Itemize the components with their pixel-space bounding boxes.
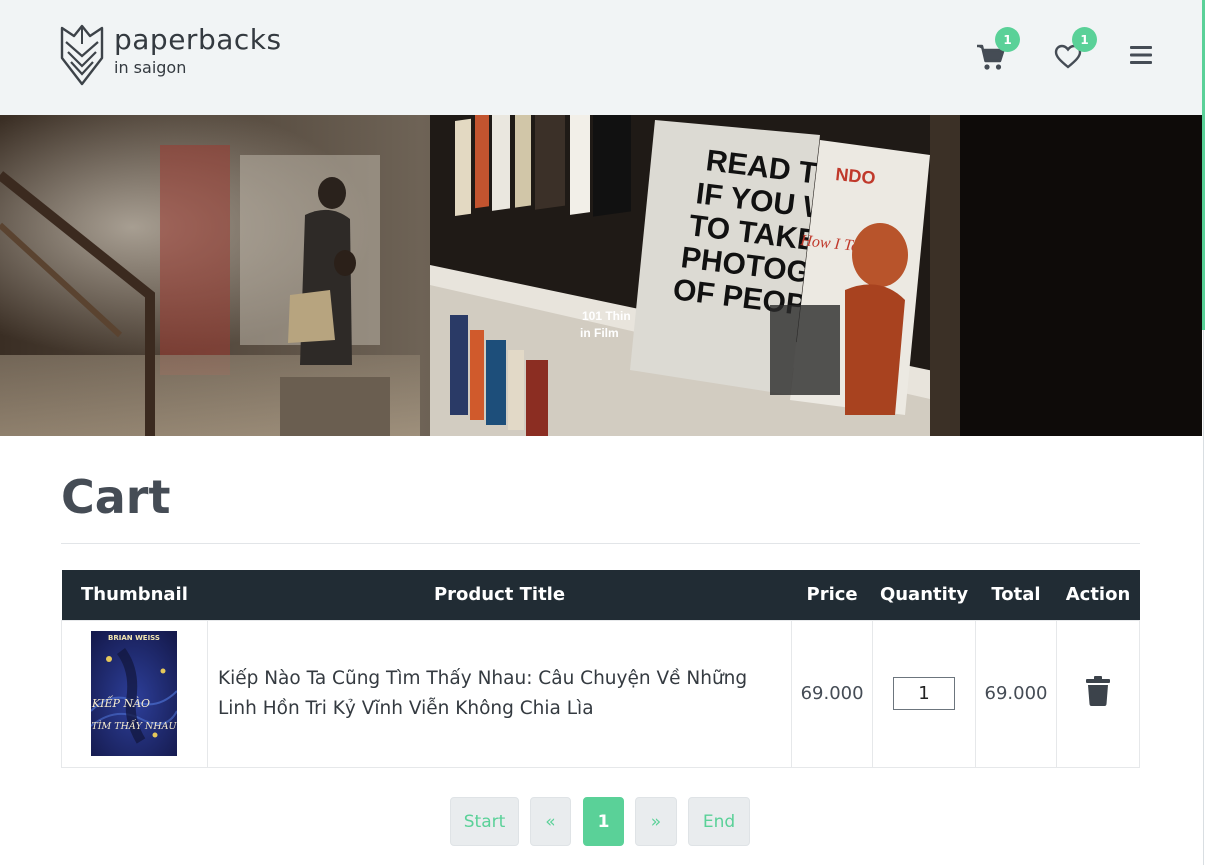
cart-button[interactable]: 1 — [974, 27, 1020, 74]
product-total: 69.000 — [975, 619, 1057, 768]
svg-text:in Film: in Film — [580, 326, 619, 340]
table-row: BRIAN WEISS KIẾP NÀO TÌM THẤY NHAU Kiếp … — [61, 619, 1140, 768]
logo-mark-icon — [60, 24, 104, 86]
wishlist-count-badge: 1 — [1072, 27, 1097, 52]
scrollbar-track[interactable] — [1203, 330, 1204, 865]
page-title: Cart — [61, 470, 171, 524]
brand-tagline: in saigon — [114, 58, 187, 77]
site-header: paperbacks in saigon 1 1 — [0, 0, 1205, 115]
pagination-end[interactable]: End — [688, 797, 750, 846]
svg-text:101 Thin: 101 Thin — [582, 309, 631, 323]
column-header-total: Total — [975, 570, 1057, 620]
product-title[interactable]: Kiếp Nào Ta Cũng Tìm Thấy Nhau: Câu Chuy… — [206, 619, 793, 768]
logo[interactable]: paperbacks in saigon — [58, 22, 282, 88]
quantity-cell — [872, 619, 977, 768]
column-header-product-title: Product Title — [207, 570, 792, 620]
brand-name: paperbacks — [114, 23, 282, 56]
wishlist-button[interactable]: 1 — [1051, 27, 1097, 74]
pagination-start[interactable]: Start — [450, 797, 519, 846]
book-author: BRIAN WEISS — [109, 634, 161, 642]
bookstore-photo: 101 Thin in Film READ THIS IF YOU WA TO … — [0, 115, 1202, 436]
column-header-action: Action — [1056, 570, 1140, 620]
column-header-thumbnail: Thumbnail — [61, 570, 208, 620]
book-title-line2: TÌM THẤY NHAU — [92, 719, 178, 732]
delete-item-button[interactable] — [1085, 676, 1111, 711]
table-header-row: Thumbnail Product Title Price Quantity T… — [61, 570, 1140, 620]
trash-icon — [1086, 676, 1110, 706]
column-header-quantity: Quantity — [872, 570, 976, 620]
book-cover-thumbnail[interactable]: BRIAN WEISS KIẾP NÀO TÌM THẤY NHAU — [91, 631, 178, 756]
action-cell — [1056, 619, 1140, 768]
title-divider — [61, 543, 1140, 544]
quantity-input[interactable] — [893, 677, 956, 710]
cart-count-badge: 1 — [995, 27, 1020, 52]
column-header-price: Price — [791, 570, 873, 620]
cart-table: Thumbnail Product Title Price Quantity T… — [61, 570, 1140, 768]
hero-banner-image: 101 Thin in Film READ THIS IF YOU WA TO … — [0, 115, 1202, 436]
svg-text:NDO: NDO — [835, 164, 877, 188]
menu-button[interactable] — [1124, 38, 1158, 72]
pagination-page-current[interactable]: 1 — [583, 797, 624, 846]
pagination-prev[interactable]: « — [530, 797, 571, 846]
menu-icon — [1130, 46, 1152, 64]
book-title-line1: KIẾP NÀO — [91, 695, 150, 710]
product-price: 69.000 — [791, 619, 874, 768]
thumbnail-cell: BRIAN WEISS KIẾP NÀO TÌM THẤY NHAU — [61, 619, 208, 768]
pagination-next[interactable]: » — [635, 797, 677, 846]
logo-text: paperbacks in saigon — [114, 22, 282, 76]
